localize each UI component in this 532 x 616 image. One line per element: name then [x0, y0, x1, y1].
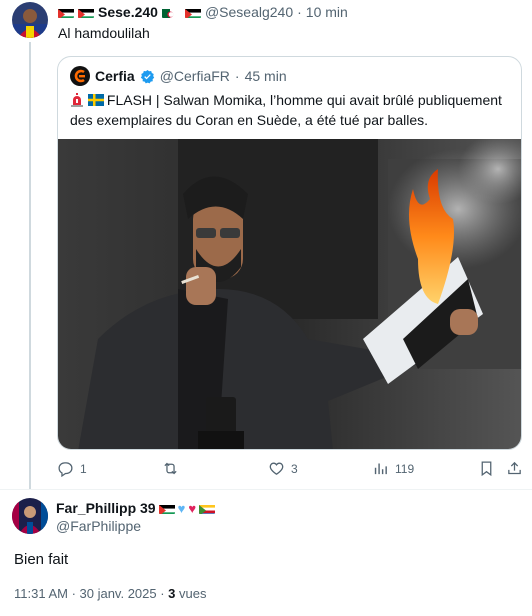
tweet-header: Sese.240 @Sesealg240 · 10 min: [58, 4, 348, 20]
quoted-tweet-card[interactable]: Cerfia @CerfiaFR · 45 min FLASH | Salwan…: [57, 56, 522, 450]
share-button[interactable]: [506, 460, 523, 477]
reply-count: 1: [80, 461, 87, 476]
reply-icon: [58, 462, 73, 477]
views-count: 119: [395, 461, 415, 476]
retweet-icon: [164, 462, 177, 475]
avatar[interactable]: [12, 498, 48, 534]
views-icon: [374, 463, 387, 475]
tweet-metadata: 11:31 AM · 30 janv. 2025 · 3 vues: [14, 586, 206, 601]
separator: ·: [297, 4, 302, 20]
sweden-flag-icon: [87, 94, 104, 106]
views-label: vues: [175, 586, 207, 601]
timestamp[interactable]: 11:31 AM · 30 janv. 2025 ·: [14, 586, 168, 601]
comoros-flag-icon: [199, 503, 216, 514]
handle[interactable]: @FarPhilippe: [56, 518, 141, 534]
handle[interactable]: @Sesealg240: [205, 4, 293, 20]
quoted-tweet-photo[interactable]: [58, 139, 521, 449]
algeria-flag-icon: [161, 7, 178, 18]
separator: ·: [234, 68, 240, 84]
quoted-timestamp[interactable]: 45 min: [245, 68, 287, 84]
views-button[interactable]: 119: [372, 460, 414, 477]
tweet-text: Al hamdoulilah: [58, 25, 150, 41]
palestine-flag-icon: [58, 7, 74, 18]
timestamp[interactable]: 10 min: [306, 4, 348, 20]
quoted-display-name[interactable]: Cerfia: [95, 68, 135, 84]
palestine-flag-icon: [78, 7, 94, 18]
palestine-flag-icon: [184, 7, 201, 18]
share-icon: [508, 461, 521, 475]
quoted-tweet-header: Cerfia @CerfiaFR · 45 min: [70, 66, 287, 86]
news-photo: [58, 139, 521, 449]
cerfia-logo-icon: [70, 66, 90, 86]
display-name[interactable]: Far_Phillipp 39: [56, 500, 156, 516]
display-name[interactable]: Sese.240: [98, 4, 158, 20]
palestine-flag-icon: [158, 503, 175, 514]
retweet-button[interactable]: [162, 460, 179, 477]
like-count: 3: [291, 461, 298, 476]
like-icon: [269, 462, 284, 475]
avatar[interactable]: [12, 2, 48, 38]
bookmark-icon: [481, 461, 492, 477]
red-heart-icon: ♥: [188, 500, 197, 516]
quoted-tweet-body: FLASH | Salwan Momika, l’homme qui avait…: [70, 92, 502, 128]
verified-icon: [140, 69, 154, 83]
tweet-action-bar: 1 3 119: [0, 460, 532, 480]
bookmark-button[interactable]: [478, 460, 495, 477]
thread-line: [29, 42, 31, 490]
like-button[interactable]: 3: [268, 460, 298, 477]
alarm-light-icon: [71, 93, 83, 107]
reply-button[interactable]: 1: [57, 460, 87, 477]
tweet-text: Bien fait: [14, 551, 69, 568]
light-blue-heart-icon: ♥: [177, 500, 186, 516]
quoted-handle[interactable]: @CerfiaFR: [160, 68, 230, 84]
quoted-tweet-text: FLASH | Salwan Momika, l’homme qui avait…: [70, 90, 515, 130]
divider: [0, 489, 532, 490]
tweet-header: Far_Phillipp 39 ♥ ♥: [56, 500, 216, 516]
